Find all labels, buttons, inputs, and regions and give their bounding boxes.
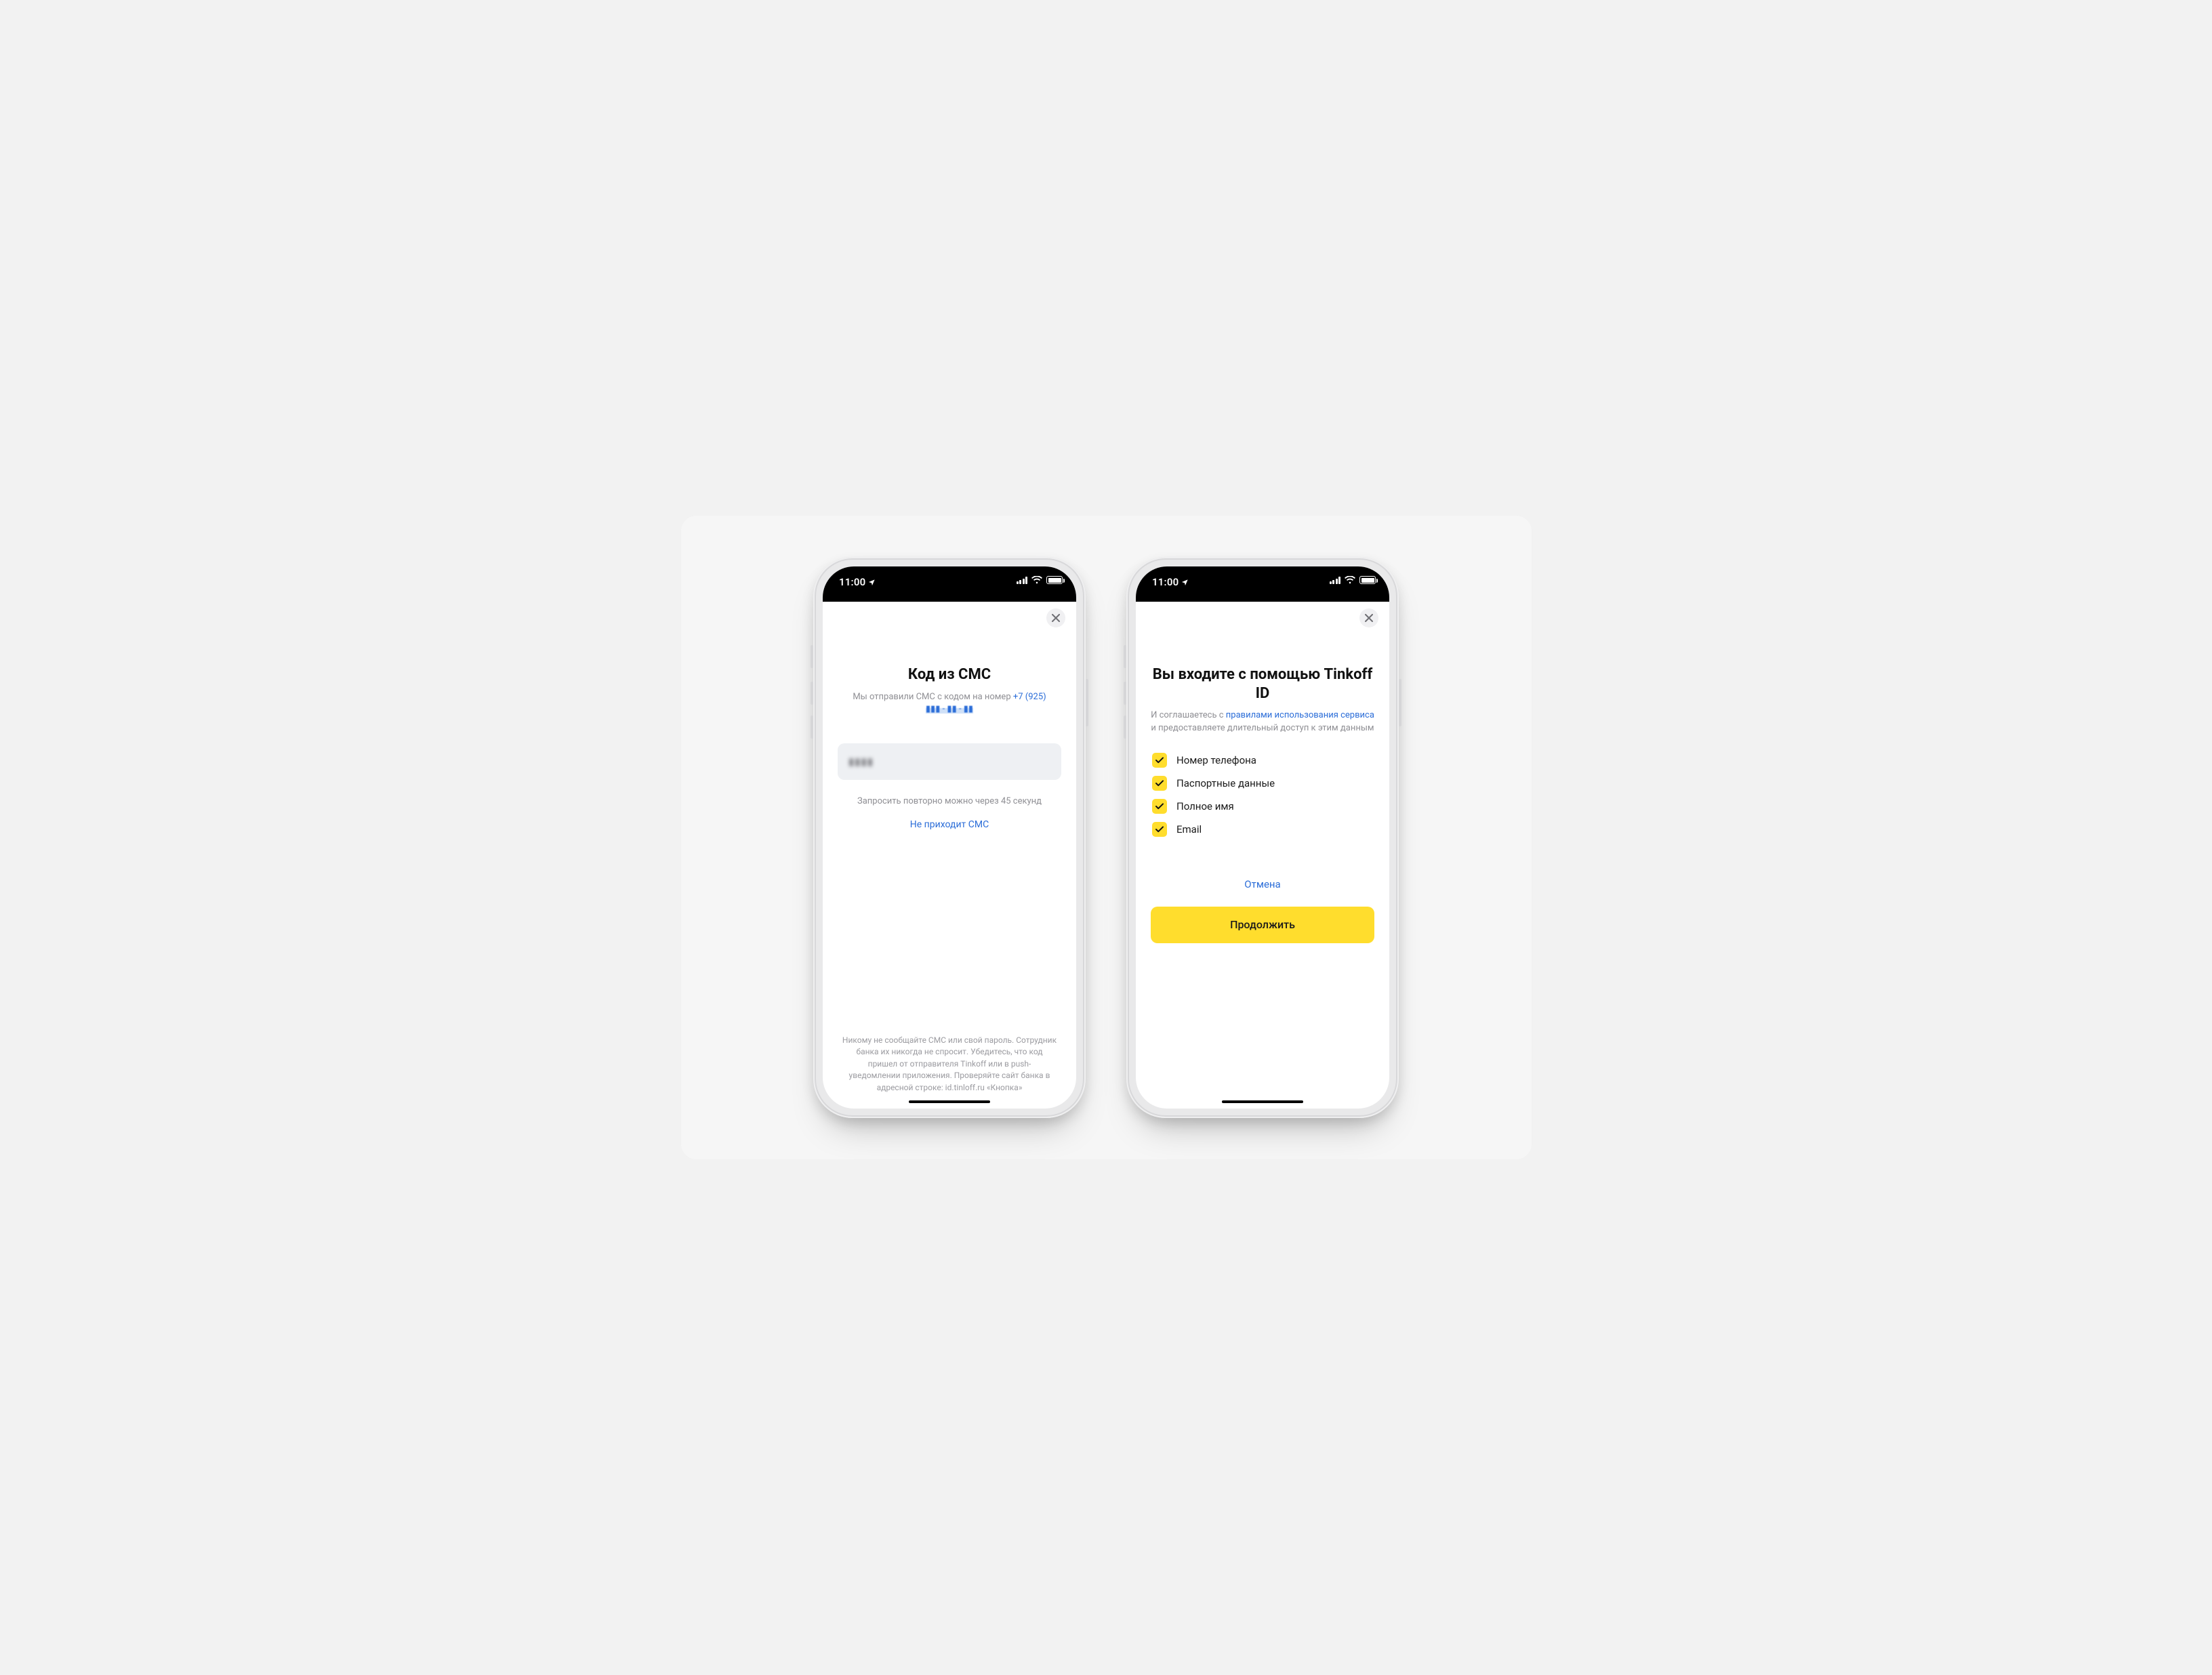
sms-no-code-link[interactable]: Не приходит СМС — [910, 819, 989, 830]
sms-code-value: ▮▮▮▮ — [848, 756, 874, 768]
sms-content: Код из СМС Мы отправили СМС с кодом на н… — [823, 602, 1076, 1109]
status-right — [1330, 576, 1376, 584]
consent-title: Вы входите с помощью Tinkoff ID — [1151, 665, 1374, 703]
sms-phone-prefix[interactable]: +7 (925) — [1013, 692, 1046, 702]
location-icon — [868, 579, 876, 586]
checkbox-checked[interactable] — [1152, 776, 1167, 791]
consent-item-label: Полное имя — [1176, 800, 1234, 812]
wifi-icon — [1345, 576, 1355, 584]
home-indicator[interactable] — [909, 1100, 990, 1103]
sms-subtitle-prefix: Мы отправили СМС с кодом на номер — [853, 692, 1013, 702]
consent-subtitle: И соглашаетесь с правилами использования… — [1151, 709, 1374, 735]
consent-terms-link[interactable]: правилами использования сервиса — [1226, 710, 1374, 720]
close-button[interactable] — [1359, 608, 1378, 627]
sms-footer-note: Никому не сообщайте СМС или свой пароль.… — [838, 1035, 1061, 1096]
checkbox-checked[interactable] — [1152, 799, 1167, 814]
check-icon — [1155, 803, 1164, 810]
consent-content: Вы входите с помощью Tinkoff ID И соглаш… — [1136, 602, 1389, 1109]
home-indicator[interactable] — [1222, 1100, 1303, 1103]
check-icon — [1155, 780, 1164, 787]
notch — [890, 566, 1009, 588]
phone-frame-consent: 11:00 Вы входите с помощью T — [1126, 557, 1399, 1118]
battery-icon — [1046, 576, 1063, 584]
consent-item-email: Email — [1152, 822, 1373, 837]
status-right — [1017, 576, 1063, 584]
consent-item-label: Паспортные данные — [1176, 777, 1275, 789]
cancel-link[interactable]: Отмена — [1244, 878, 1280, 890]
status-time: 11:00 — [1152, 576, 1189, 588]
status-time: 11:00 — [839, 576, 876, 588]
checkbox-checked[interactable] — [1152, 822, 1167, 837]
close-button[interactable] — [1046, 608, 1065, 627]
check-icon — [1155, 757, 1164, 764]
sms-title: Код из СМС — [838, 665, 1061, 684]
battery-icon — [1359, 576, 1376, 584]
consent-item-fullname: Полное имя — [1152, 799, 1373, 814]
cellular-icon — [1330, 577, 1341, 584]
wifi-icon — [1031, 576, 1042, 584]
consent-item-phone: Номер телефона — [1152, 753, 1373, 768]
phone-frame-sms: 11:00 Код из СМС — [813, 557, 1086, 1118]
sms-resend-hint: Запросить повторно можно через 45 секунд — [838, 796, 1061, 806]
close-icon — [1052, 614, 1060, 622]
consent-sub-prefix: И соглашаетесь с — [1151, 710, 1226, 720]
sms-subtitle: Мы отправили СМС с кодом на номер +7 (92… — [838, 691, 1061, 717]
cellular-icon — [1017, 577, 1028, 584]
consent-item-label: Email — [1176, 823, 1202, 835]
checkbox-checked[interactable] — [1152, 753, 1167, 768]
status-time-text: 11:00 — [839, 576, 865, 588]
status-time-text: 11:00 — [1152, 576, 1179, 588]
location-icon — [1181, 579, 1189, 586]
consent-list: Номер телефона Паспортные данные Полное … — [1151, 753, 1374, 837]
sms-code-input[interactable]: ▮▮▮▮ — [838, 743, 1061, 780]
phone-screen-sms: 11:00 Код из СМС — [823, 566, 1076, 1109]
consent-sub-suffix: и предоставляете длительный доступ к эти… — [1151, 723, 1374, 733]
close-icon — [1365, 614, 1373, 622]
consent-item-label: Номер телефона — [1176, 754, 1256, 766]
consent-item-passport: Паспортные данные — [1152, 776, 1373, 791]
continue-button-label: Продолжить — [1230, 918, 1295, 931]
check-icon — [1155, 826, 1164, 833]
continue-button[interactable]: Продолжить — [1151, 907, 1374, 943]
mockup-canvas: 11:00 Код из СМС — [680, 515, 1532, 1160]
notch — [1203, 566, 1322, 588]
sms-phone-masked[interactable]: ▮▮▮ - ▮▮ - ▮▮ — [926, 704, 973, 714]
phone-screen-consent: 11:00 Вы входите с помощью T — [1136, 566, 1389, 1109]
